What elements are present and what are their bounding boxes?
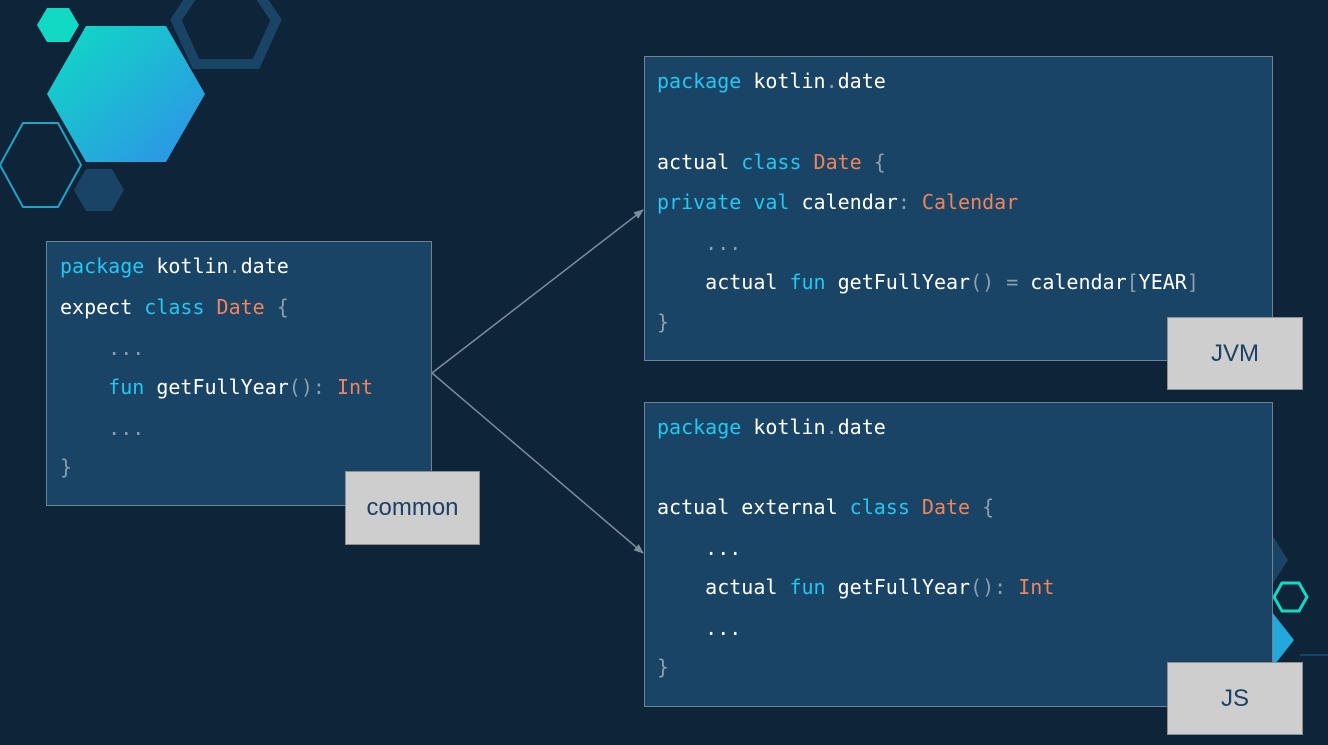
- code-token: calendar: [1030, 270, 1127, 294]
- code-token: {: [982, 495, 995, 519]
- js-code-line: ...: [657, 616, 741, 640]
- code-token: Date: [216, 295, 277, 319]
- code-token: Date: [813, 150, 874, 174]
- common-code-line: ...: [60, 416, 144, 440]
- common-code-line: package kotlin.date: [60, 254, 289, 278]
- code-token: {: [276, 295, 289, 319]
- code-token: }: [60, 455, 73, 479]
- code-token: Int: [336, 375, 374, 399]
- code-token: fun: [789, 270, 838, 294]
- js-label: JS: [1167, 662, 1303, 735]
- code-token: :: [897, 190, 922, 214]
- code-token: kotlin: [741, 415, 826, 439]
- code-token: {: [873, 150, 886, 174]
- code-token: actual: [657, 575, 790, 599]
- code-token: [: [1126, 270, 1139, 294]
- code-token: date: [240, 254, 289, 278]
- code-token: .: [825, 415, 838, 439]
- jvm-code-line: ...: [657, 231, 741, 255]
- jvm-code-line: }: [657, 310, 669, 334]
- hexagon-outline-top: [170, 0, 282, 69]
- code-token: ...: [60, 336, 145, 360]
- code-token: ...: [657, 231, 742, 255]
- code-token: Int: [1018, 575, 1055, 599]
- common-code-line: fun getFullYear(): Int: [60, 375, 373, 399]
- code-token: calendar: [801, 190, 898, 214]
- code-token: () =: [970, 270, 1031, 294]
- code-token: YEAR: [1138, 270, 1187, 294]
- code-token: kotlin: [144, 254, 229, 278]
- code-token: package: [657, 415, 742, 439]
- code-token: private val: [657, 190, 802, 214]
- chevron-right-light: [1272, 612, 1294, 668]
- code-token: }: [657, 310, 670, 334]
- code-token: ...: [657, 536, 742, 560]
- code-token: actual external: [657, 495, 850, 519]
- code-token: ():: [288, 375, 337, 399]
- jvm-code-line: actual class Date {: [657, 150, 886, 174]
- code-token: actual: [657, 150, 742, 174]
- code-token: getFullYear: [837, 270, 971, 294]
- code-token: fun: [108, 375, 157, 399]
- code-token: ...: [657, 616, 742, 640]
- code-token: date: [837, 415, 886, 439]
- jvm-code-line: package kotlin.date: [657, 69, 886, 93]
- code-token: date: [837, 69, 886, 93]
- code-token: Date: [921, 495, 983, 519]
- common-code-box: [46, 241, 432, 506]
- code-token: package: [60, 254, 145, 278]
- code-token: .: [825, 69, 838, 93]
- code-token: package: [657, 69, 742, 93]
- js-code-line: actual external class Date {: [657, 495, 994, 519]
- code-token: kotlin: [741, 69, 826, 93]
- code-token: ...: [60, 416, 145, 440]
- code-token: class: [741, 150, 814, 174]
- code-token: fun: [789, 575, 838, 599]
- hexagon-teal-small: [37, 8, 79, 42]
- hexagon-outline-right: [1272, 581, 1309, 613]
- js-code-line: package kotlin.date: [657, 415, 886, 439]
- code-token: ():: [970, 575, 1019, 599]
- js-code-line: actual fun getFullYear(): Int: [657, 575, 1054, 599]
- code-token: class: [144, 295, 217, 319]
- hexagon-gradient-large: [47, 26, 205, 162]
- common-code-line: ...: [60, 336, 144, 360]
- hexagon-outline-left: [0, 122, 83, 208]
- code-token: ]: [1186, 270, 1199, 294]
- hexagon-dark-small: [74, 169, 124, 211]
- code-token: expect: [60, 295, 145, 319]
- js-code-line: ...: [657, 536, 741, 560]
- code-token: .: [228, 254, 241, 278]
- common-code-line: expect class Date {: [60, 295, 289, 319]
- jvm-label: JVM: [1167, 317, 1303, 390]
- code-token: getFullYear: [156, 375, 289, 399]
- jvm-code-line: actual fun getFullYear() = calendar[YEAR…: [657, 270, 1199, 294]
- common-code-line: }: [60, 455, 72, 479]
- chevron-right-dark: [1272, 535, 1288, 585]
- code-token: actual: [657, 270, 790, 294]
- code-token: }: [657, 655, 670, 679]
- code-token: class: [849, 495, 922, 519]
- js-code-line: }: [657, 655, 669, 679]
- code-token: Calendar: [921, 190, 1019, 214]
- common-label: common: [345, 471, 480, 545]
- code-token: getFullYear: [837, 575, 971, 599]
- jvm-code-line: private val calendar: Calendar: [657, 190, 1018, 214]
